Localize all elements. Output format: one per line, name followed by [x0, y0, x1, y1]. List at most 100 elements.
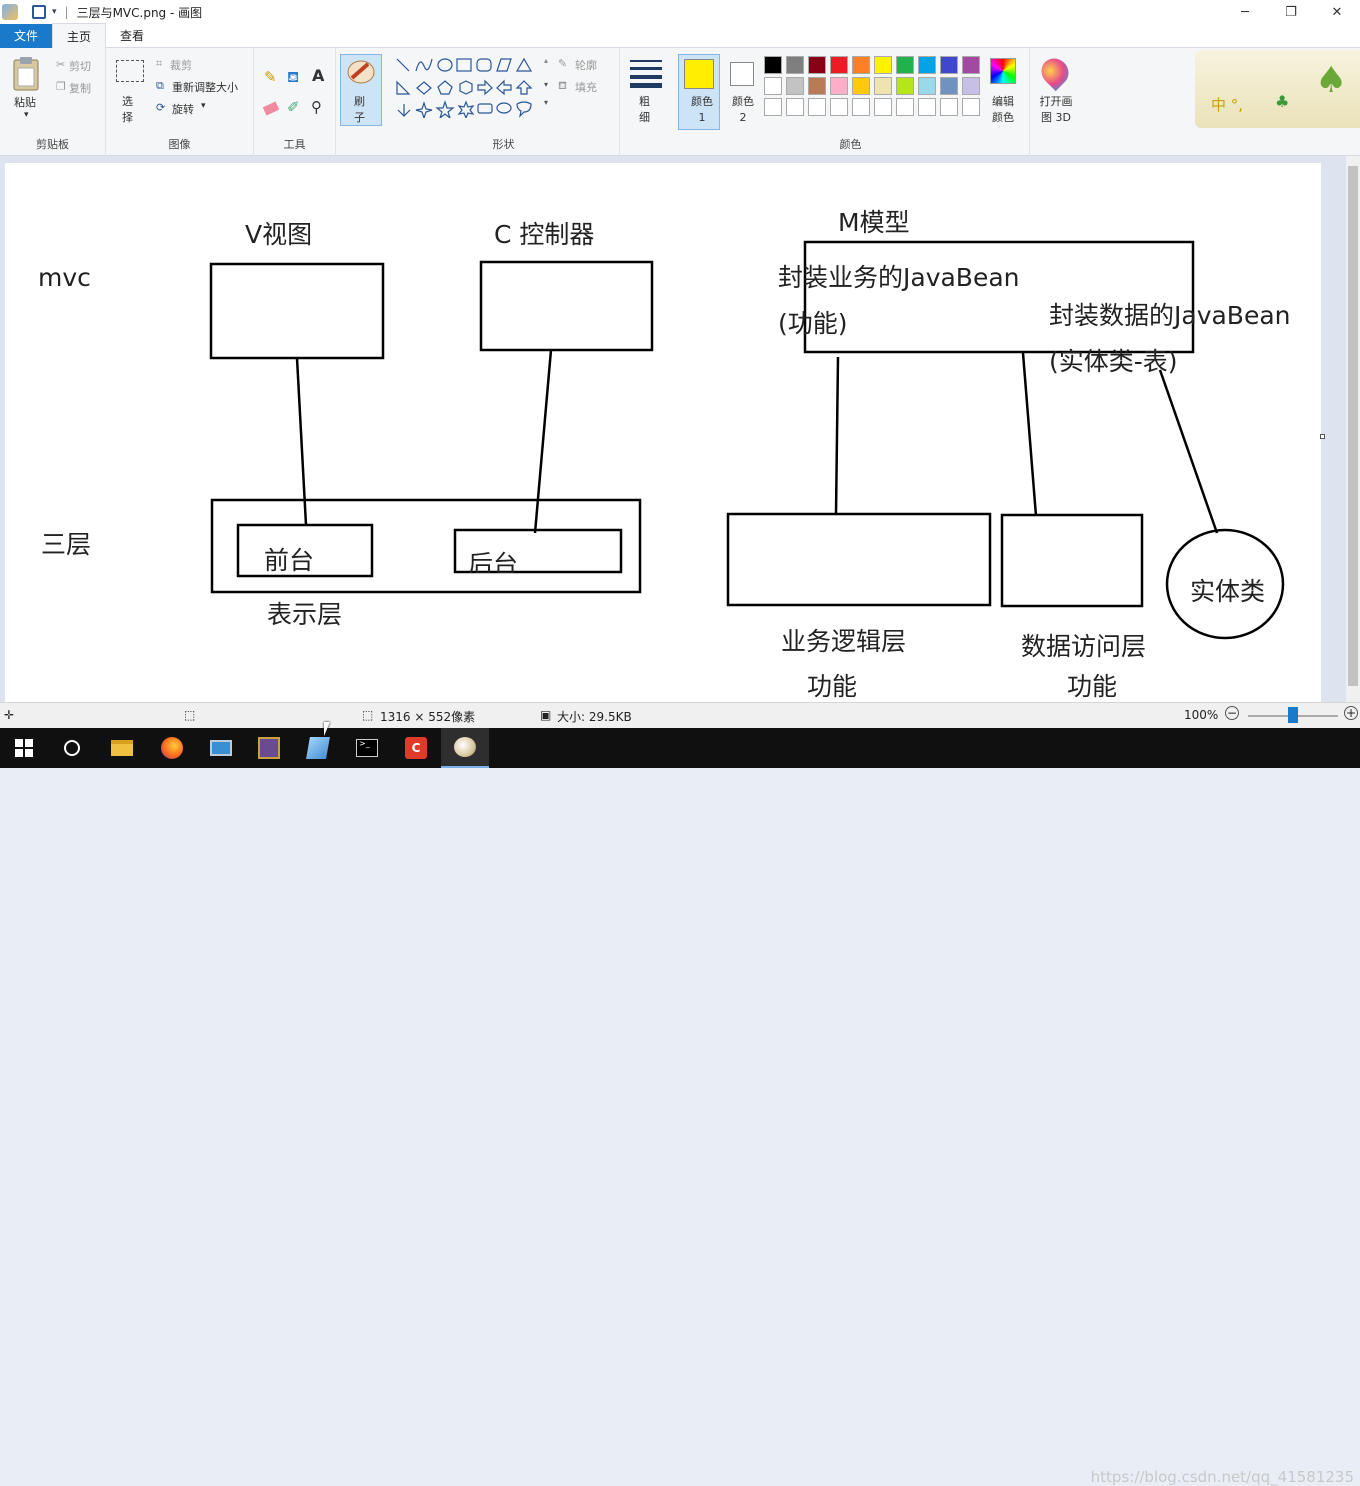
business-sub-label: 功能: [807, 672, 858, 701]
business-bean-sub: (功能): [778, 309, 848, 338]
image-group: 选择 ⌗ 裁剪 ⧉ 重新调整大小 ⟳ 旋转 ▾ 图像: [106, 48, 254, 156]
clipboard-group: 粘贴 ▾ ✂ 剪切 ❐ 复制 剪贴板: [0, 48, 106, 156]
palette-swatch[interactable]: [940, 98, 958, 116]
size-button[interactable]: 粗细: [639, 94, 653, 126]
cortana-button[interactable]: [48, 728, 96, 768]
zoom-out-button[interactable]: −: [1225, 706, 1239, 720]
start-button[interactable]: [0, 728, 48, 768]
palette-swatch[interactable]: [808, 56, 826, 74]
edit-colors-button[interactable]: 编辑颜色: [988, 94, 1018, 126]
paste-button[interactable]: 粘贴: [14, 94, 36, 110]
colors-group: 颜色 1 颜色 2 编辑颜色 颜色: [672, 48, 1030, 156]
paint3d-button[interactable]: 打开画图 3D: [1036, 94, 1076, 126]
palette-swatch[interactable]: [852, 98, 870, 116]
palette-swatch[interactable]: [786, 56, 804, 74]
paint3d-icon[interactable]: [1035, 52, 1075, 92]
palette-swatch[interactable]: [786, 98, 804, 116]
palette-swatch[interactable]: [830, 77, 848, 95]
palette-swatch[interactable]: [962, 77, 980, 95]
taskbar-computer[interactable]: [197, 728, 245, 768]
eraser-icon[interactable]: [262, 101, 280, 116]
firefox-icon: [161, 737, 183, 759]
canvas-resize-handle[interactable]: [1320, 434, 1325, 439]
color2-label[interactable]: 颜色 2: [728, 94, 758, 126]
outline-button[interactable]: 轮廓: [575, 57, 597, 73]
paint-app-icon[interactable]: [2, 4, 18, 20]
palette-swatch[interactable]: [808, 77, 826, 95]
palette-swatch[interactable]: [874, 56, 892, 74]
palette-swatch[interactable]: [918, 98, 936, 116]
colors-group-label: 颜色: [839, 138, 862, 151]
taskbar-notepad[interactable]: [294, 728, 342, 768]
palette-swatch[interactable]: [962, 56, 980, 74]
resize-button[interactable]: 重新调整大小: [172, 79, 238, 95]
outline-icon: ✎: [558, 57, 568, 70]
size-icon[interactable]: [630, 58, 662, 88]
zoom-in-button[interactable]: +: [1344, 706, 1358, 720]
notepad-icon: [306, 737, 330, 759]
taskbar-firefox[interactable]: [148, 728, 196, 768]
fill-icon: ⛾: [558, 79, 567, 92]
palette-swatch[interactable]: [786, 77, 804, 95]
taskbar-explorer[interactable]: [98, 728, 146, 768]
text-tool-icon[interactable]: A: [312, 66, 324, 85]
window-title: 三层与MVC.png - 画图: [76, 5, 203, 20]
palette-swatch[interactable]: [918, 77, 936, 95]
color2-swatch[interactable]: [730, 62, 754, 86]
three-layer-label: 三层: [41, 530, 92, 559]
magnifier-icon[interactable]: ⚲: [311, 98, 322, 116]
palette-swatch[interactable]: [896, 77, 914, 95]
palette-swatch[interactable]: [852, 56, 870, 74]
palette-swatch[interactable]: [808, 98, 826, 116]
palette-swatch[interactable]: [764, 98, 782, 116]
select-button[interactable]: 选择: [122, 94, 136, 126]
paste-icon[interactable]: [12, 56, 42, 92]
taskbar-app[interactable]: [245, 728, 293, 768]
tab-view[interactable]: 查看: [106, 24, 158, 48]
taskbar-codeblocks[interactable]: C: [392, 728, 440, 768]
scrollbar-thumb[interactable]: [1348, 166, 1358, 686]
edit-colors-icon[interactable]: [990, 58, 1016, 84]
maximize-button[interactable]: ❐: [1268, 0, 1314, 24]
palette-swatch[interactable]: [830, 98, 848, 116]
zoom-slider-thumb[interactable]: [1288, 707, 1298, 723]
view-box: [209, 262, 385, 360]
color-picker-icon[interactable]: ✐: [287, 98, 300, 116]
fill-button[interactable]: 填充: [575, 79, 597, 95]
vertical-scrollbar[interactable]: [1346, 156, 1360, 702]
taskbar-paint[interactable]: [441, 728, 489, 768]
tab-file[interactable]: 文件: [0, 23, 53, 48]
cut-button[interactable]: 剪切: [69, 58, 91, 74]
palette-swatch[interactable]: [896, 56, 914, 74]
pencil-icon[interactable]: ✎: [264, 68, 277, 86]
palette-swatch[interactable]: [852, 77, 870, 95]
save-icon[interactable]: [32, 5, 46, 19]
palette-swatch[interactable]: [764, 77, 782, 95]
controller-box: [479, 260, 654, 352]
palette-swatch[interactable]: [874, 98, 892, 116]
palette-swatch[interactable]: [940, 77, 958, 95]
minimize-button[interactable]: ─: [1222, 0, 1268, 24]
palette-swatch[interactable]: [940, 56, 958, 74]
fill-bucket-icon[interactable]: ⛾: [287, 68, 299, 88]
crop-button[interactable]: 裁剪: [170, 57, 192, 73]
close-button[interactable]: ✕: [1314, 0, 1360, 24]
ime-skin-icon[interactable]: ♣: [1275, 92, 1289, 111]
palette-swatch[interactable]: [962, 98, 980, 116]
drawing-canvas[interactable]: mvc V视图 C 控制器 M模型 封装业务的JavaBean (功能) 封装数…: [5, 163, 1321, 702]
tree-decoration-icon: ♠: [1315, 60, 1348, 101]
palette-swatch[interactable]: [764, 56, 782, 74]
select-icon[interactable]: [116, 60, 144, 82]
palette-swatch[interactable]: [918, 56, 936, 74]
ime-chinese-icon[interactable]: 中 °,: [1211, 94, 1243, 115]
tab-home[interactable]: 主页: [52, 23, 107, 48]
rotate-button[interactable]: 旋转: [172, 101, 194, 117]
quick-access-dropdown-icon[interactable]: ▾: [52, 7, 57, 17]
shapes-gallery[interactable]: [394, 56, 544, 118]
copy-button[interactable]: 复制: [69, 80, 91, 96]
taskbar-terminal[interactable]: >_: [343, 728, 391, 768]
palette-swatch[interactable]: [874, 77, 892, 95]
dimensions-icon: ⬚: [362, 708, 374, 722]
palette-swatch[interactable]: [896, 98, 914, 116]
palette-swatch[interactable]: [830, 56, 848, 74]
